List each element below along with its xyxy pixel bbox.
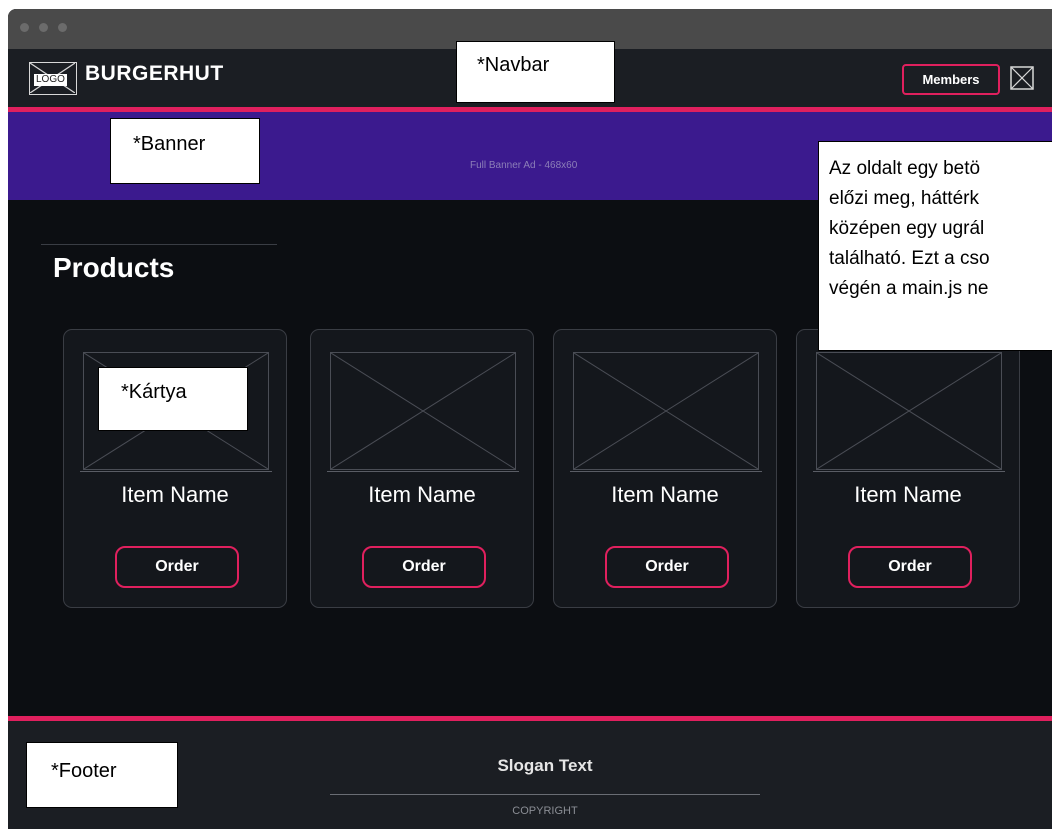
product-image [816,352,1002,470]
window-minimize-dot[interactable] [39,23,48,32]
annotation-note-line: előzi meg, háttérk [829,188,979,209]
logo[interactable]: LOGO [29,62,77,95]
card-divider [80,471,272,472]
card-divider [813,471,1005,472]
order-button[interactable]: Order [848,546,972,588]
annotation-note-line: Az oldalt egy betö [829,158,981,179]
product-image [330,352,516,470]
order-button[interactable]: Order [115,546,239,588]
annotation-note-line: végén a main.js ne [829,278,989,299]
annotation-note-line: található. Ezt a cso [829,248,990,269]
card-divider [327,471,519,472]
item-name: Item Name [121,482,229,507]
item-name: Item Name [611,482,719,507]
annotation-loader-note: Az oldalt egy betö előzi meg, háttérk kö… [818,141,1052,351]
order-button[interactable]: Order [605,546,729,588]
item-name: Item Name [368,482,476,507]
image-placeholder-icon [574,353,758,469]
banner-ad-text[interactable]: Full Banner Ad - 468x60 [470,160,577,171]
image-placeholder-icon [817,353,1001,469]
footer-copyright: COPYRIGHT [512,805,578,817]
products-title: Products [53,252,175,283]
image-placeholder-icon [331,353,515,469]
window-maximize-dot[interactable] [58,23,67,32]
product-card: Item Name Order [796,329,1020,608]
footer-divider [330,794,760,795]
product-card: Item Name Order [310,329,534,608]
annotation-banner: *Banner [110,118,260,184]
logo-text: LOGO [34,74,67,86]
card-divider [570,471,762,472]
order-button[interactable]: Order [362,546,486,588]
product-image [573,352,759,470]
item-name: Item Name [854,482,962,507]
members-button[interactable]: Members [902,64,1000,95]
annotation-footer: *Footer [26,742,178,808]
brand-name[interactable]: BURGERHUT [85,62,224,86]
product-card: Item Name Order [553,329,777,608]
annotation-note-line: középen egy ugrál [829,218,985,239]
menu-placeholder-icon[interactable] [1010,66,1034,90]
footer-slogan: Slogan Text [497,756,593,775]
products-divider [41,244,277,245]
annotation-card: *Kártya [98,367,248,431]
annotation-navbar: *Navbar [456,41,615,103]
window-close-dot[interactable] [20,23,29,32]
